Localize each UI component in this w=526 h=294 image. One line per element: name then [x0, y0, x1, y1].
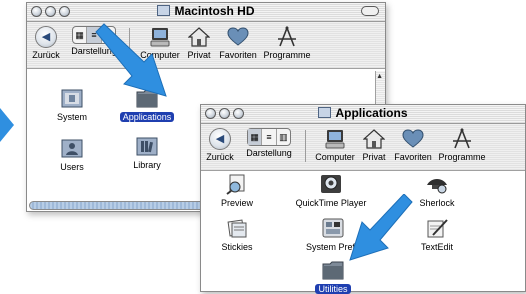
- applications-icon: [453, 128, 471, 149]
- back-arrow-icon: ◀: [209, 128, 231, 150]
- pointer-arrow-left: [0, 108, 14, 142]
- heart-icon: [227, 27, 249, 46]
- library-folder-icon: [136, 137, 158, 156]
- window-title-text: Macintosh HD: [174, 4, 255, 18]
- home-button[interactable]: Privat: [184, 26, 214, 60]
- folder-item[interactable]: Users: [32, 137, 112, 172]
- toolbar: ◀ Zurück ▦≡▥ Darstellung Computer Privat…: [201, 124, 525, 171]
- stickies-app-icon: [227, 219, 247, 238]
- applications-folder-icon: [318, 107, 332, 118]
- toolbar-separator: [305, 130, 306, 162]
- favorites-label: Favoriten: [219, 50, 257, 60]
- window-title: Macintosh HD: [27, 4, 385, 18]
- back-arrow-icon: ◀: [35, 26, 57, 48]
- item-label: Sherlock: [419, 198, 455, 208]
- folder-item-utilities[interactable]: Utilities: [293, 259, 373, 294]
- home-icon: [188, 27, 210, 47]
- applications-label: Programme: [438, 152, 486, 162]
- app-item[interactable]: Preview: [197, 173, 277, 208]
- favorites-label: Favoriten: [394, 152, 432, 162]
- computer-label: Computer: [315, 152, 355, 162]
- preview-app-icon: [226, 174, 245, 195]
- pointer-arrow-utilities: [349, 194, 413, 261]
- folder-icon: [322, 261, 344, 280]
- folder-item[interactable]: Library: [107, 135, 187, 170]
- window-title: Applications: [201, 106, 525, 120]
- back-label: Zurück: [32, 50, 60, 60]
- item-label: TextEdit: [420, 242, 453, 252]
- system-preferences-app-icon: [322, 218, 344, 238]
- hard-disk-icon: [157, 5, 171, 16]
- applications-button[interactable]: Programme: [263, 26, 311, 60]
- applications-button[interactable]: Programme: [437, 128, 487, 162]
- toolbar: ◀ Zurück ▦≡▥ Darstellung Computer Privat…: [27, 22, 385, 69]
- computer-icon: [325, 130, 345, 149]
- computer-button[interactable]: Computer: [313, 128, 357, 162]
- back-button[interactable]: ◀ Zurück: [29, 26, 63, 60]
- users-folder-icon: [61, 139, 83, 158]
- back-label: Zurück: [206, 152, 234, 162]
- favorites-button[interactable]: Favoriten: [216, 26, 260, 60]
- scroll-up-arrow-icon[interactable]: ▲: [376, 73, 383, 80]
- back-button[interactable]: ◀ Zurück: [203, 128, 237, 162]
- view-mode-icon: ▦≡▥: [247, 128, 291, 146]
- toolbar-toggle-button[interactable]: [361, 6, 379, 16]
- item-label: Utilities: [315, 284, 351, 294]
- home-button[interactable]: Privat: [359, 128, 389, 162]
- heart-icon: [402, 129, 424, 148]
- item-label: Applications: [119, 112, 175, 122]
- view-button[interactable]: ▦≡▥ Darstellung: [239, 128, 299, 158]
- item-label: Library: [133, 160, 161, 170]
- view-label: Darstellung: [246, 148, 292, 158]
- item-label: Preview: [220, 198, 253, 208]
- title-bar[interactable]: Applications: [201, 105, 525, 124]
- item-label: Users: [60, 162, 84, 172]
- window-title-text: Applications: [335, 106, 408, 120]
- favorites-button[interactable]: Favoriten: [391, 128, 435, 162]
- system-folder-icon: [61, 89, 83, 108]
- item-label: Stickies: [221, 242, 253, 252]
- sherlock-app-icon: [427, 179, 447, 194]
- textedit-app-icon: [427, 219, 448, 238]
- pointer-arrow-applications: [95, 23, 167, 97]
- home-label: Privat: [187, 50, 211, 60]
- applications-label: Programme: [263, 50, 311, 60]
- home-label: Privat: [362, 152, 386, 162]
- quicktime-app-icon: [321, 175, 341, 193]
- home-icon: [363, 129, 385, 149]
- app-item[interactable]: Stickies: [197, 217, 277, 252]
- title-bar[interactable]: Macintosh HD: [27, 3, 385, 22]
- applications-icon: [278, 26, 296, 47]
- item-label: System: [56, 112, 87, 122]
